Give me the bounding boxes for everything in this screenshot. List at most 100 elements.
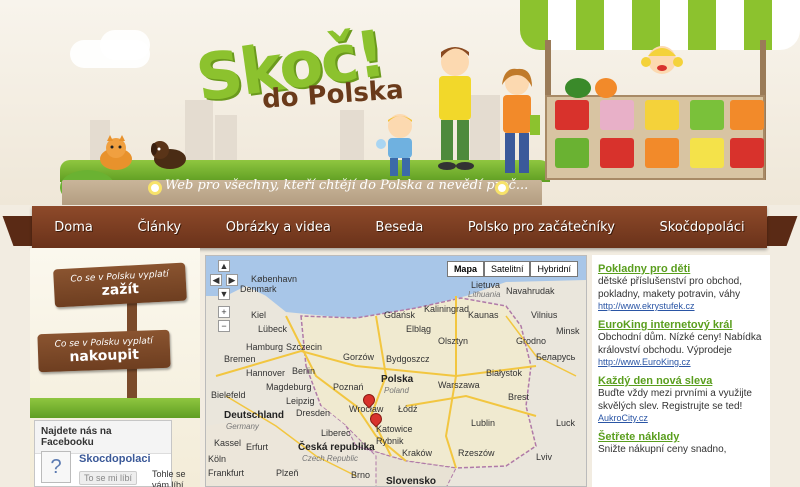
- map-label: Slovensko: [386, 476, 437, 487]
- map-label: Minsk: [556, 326, 580, 336]
- ad-text: dětské příslušenství pro obchod, pokladn…: [598, 276, 742, 300]
- map-label: Plzeň: [276, 468, 299, 478]
- pan-down-icon[interactable]: ▼: [218, 288, 230, 300]
- sign-zazit[interactable]: Co se v Polsku vyplatí zažít: [53, 262, 187, 308]
- map-label: Gdańsk: [384, 310, 416, 320]
- produce-crate: [690, 138, 724, 168]
- map-label: Brno: [351, 470, 371, 480]
- map-label: Magdeburg: [266, 382, 312, 392]
- nav-item-clanky[interactable]: Články: [137, 220, 181, 235]
- map-label: Germany: [226, 422, 259, 431]
- produce-crate: [645, 138, 679, 168]
- facebook-page-logo-icon[interactable]: ?: [41, 451, 71, 483]
- pan-up-icon[interactable]: ▲: [218, 260, 230, 272]
- ad-item: EuroKing internetový král Obchodní dům. …: [598, 319, 764, 367]
- nav-item-skocdopolaci[interactable]: Skočdopoláci: [660, 220, 745, 235]
- facebook-side-text: Tohle se vám líbí.: [152, 469, 187, 487]
- ad-title-link[interactable]: EuroKing internetový král: [598, 319, 764, 331]
- facebook-like-button[interactable]: To se mi líbí: [79, 471, 138, 485]
- map-label: København: [251, 274, 298, 284]
- ad-item: Šetřete náklady Snižte nákupní ceny snad…: [598, 431, 764, 456]
- sign-nakoupit[interactable]: Co se v Polsku vyplatí nakoupit: [37, 329, 171, 373]
- woman-illustration: [502, 68, 540, 173]
- map-label: Deutschland: [224, 410, 285, 421]
- nav-item-doma[interactable]: Doma: [54, 220, 93, 235]
- map-type-map-button[interactable]: Mapa: [446, 261, 484, 277]
- map-label: Poland: [384, 386, 409, 395]
- map-label: Köln: [208, 454, 227, 464]
- vendor-girl-illustration: [641, 46, 683, 74]
- map-label: Lübeck: [258, 324, 288, 334]
- map-label: Česká republika: [298, 442, 375, 453]
- map-label: Bydgoszcz: [386, 354, 430, 364]
- facebook-page-name[interactable]: Skocdopolaci: [79, 453, 151, 465]
- produce-crate: [600, 100, 634, 130]
- map-label: Kaliningrad: [424, 304, 470, 314]
- map-label: Czech Republic: [302, 454, 359, 463]
- map-label: Polska: [381, 374, 414, 385]
- map-label: Leipzig: [286, 396, 315, 406]
- pan-left-icon[interactable]: ◀: [210, 274, 222, 286]
- map-label: Szczecin: [286, 342, 323, 352]
- map-label: Lublin: [471, 418, 496, 428]
- main-nav: Doma Články Obrázky a videa Beseda Polsk…: [32, 206, 767, 248]
- facebook-heading: Najdete nás na Facebooku: [35, 421, 171, 454]
- tagline: Web pro všechny, kteří chtějí do Polska …: [165, 178, 529, 193]
- map-label: Lithuania: [468, 290, 501, 299]
- map-label: Łódź: [398, 404, 418, 414]
- ad-url-link[interactable]: http://www.EuroKing.cz: [598, 357, 764, 367]
- map-type-satellite-button[interactable]: Satelitní: [483, 261, 531, 277]
- map-label: Kiel: [251, 310, 267, 320]
- produce-crate: [555, 100, 589, 130]
- nav-item-obrazky-a-videa[interactable]: Obrázky a videa: [226, 220, 331, 235]
- map-label: Hamburg: [246, 342, 284, 352]
- map-label: Rzeszów: [458, 448, 495, 458]
- map-label: Frankfurt: [208, 468, 245, 478]
- ad-item: Pokladny pro děti dětské příslušenství p…: [598, 263, 764, 311]
- map-label: Bremen: [224, 354, 256, 364]
- pumpkin-icon: [595, 78, 617, 98]
- produce-crate: [690, 100, 724, 130]
- map-label: Brest: [508, 392, 530, 402]
- ad-url-link[interactable]: AukroCity.cz: [598, 413, 764, 423]
- map-label: Lviv: [536, 452, 553, 462]
- map-label: Vilnius: [531, 310, 558, 320]
- man-illustration: [438, 47, 474, 170]
- ad-text: Obchodní dům. Nízké ceny! Nabídka králov…: [598, 332, 762, 356]
- daisy-icon: [148, 181, 162, 195]
- map-label: Liberec: [321, 428, 351, 438]
- ad-text: Buďte vždy mezi prvními a využijte skvěl…: [598, 388, 752, 412]
- daisy-icon: [495, 181, 509, 195]
- map-view[interactable]: København Lietuva Lithuania Navahrudak D…: [205, 255, 587, 487]
- ad-column: Pokladny pro děti dětské příslušenství p…: [592, 255, 770, 487]
- ad-title-link[interactable]: Každý den nová sleva: [598, 375, 764, 387]
- zoom-in-icon[interactable]: +: [218, 306, 230, 318]
- map-label: Bielefeld: [211, 390, 246, 400]
- ad-title-link[interactable]: Pokladny pro děti: [598, 263, 764, 275]
- pan-right-icon[interactable]: ▶: [226, 274, 238, 286]
- ad-url-link[interactable]: http://www.ekrystufek.cz: [598, 301, 764, 311]
- map-label: Denmark: [240, 284, 277, 294]
- map-label: Luck: [556, 418, 576, 428]
- site-header: Skoč! do Polska Web pro všechny, kteří c…: [0, 0, 800, 205]
- zoom-out-icon[interactable]: −: [218, 320, 230, 332]
- produce-crate: [730, 100, 764, 130]
- map-type-switch: Mapa Satelitní Hybridní: [446, 261, 578, 277]
- ad-title-link[interactable]: Šetřete náklady: [598, 431, 764, 443]
- map-label: Grodno: [516, 336, 547, 346]
- cat-illustration: [100, 135, 132, 170]
- nav-item-polsko-pro-zacatecniky[interactable]: Polsko pro začátečníky: [468, 220, 615, 235]
- ad-text: Snižte nákupní ceny snadno,: [598, 444, 727, 455]
- map-type-hybrid-button[interactable]: Hybridní: [530, 261, 578, 277]
- map-label: Беларусь: [536, 352, 576, 362]
- grass-strip: [30, 398, 200, 418]
- map-label: Hannover: [246, 368, 286, 378]
- produce-crate: [645, 100, 679, 130]
- nav-item-beseda[interactable]: Beseda: [375, 220, 423, 235]
- produce-crate: [555, 138, 589, 168]
- boy-illustration: [376, 114, 412, 176]
- ad-item: Každý den nová sleva Buďte vždy mezi prv…: [598, 375, 764, 423]
- produce-crate: [600, 138, 634, 168]
- map-label: Gorzów: [343, 352, 375, 362]
- watermelon-icon: [565, 78, 591, 98]
